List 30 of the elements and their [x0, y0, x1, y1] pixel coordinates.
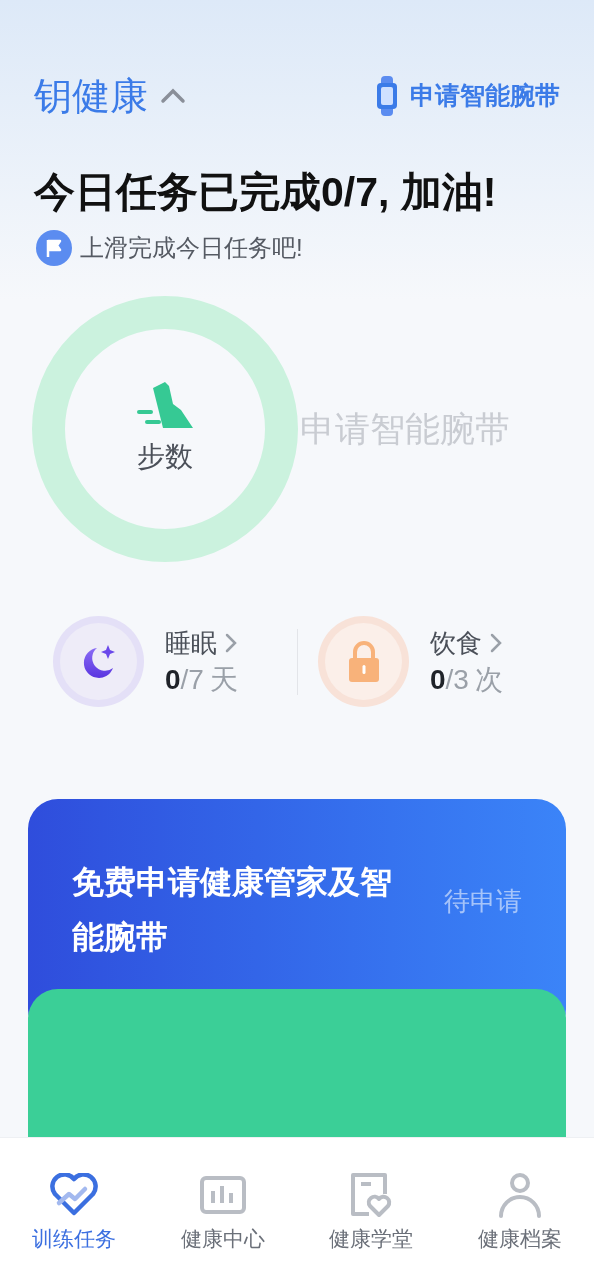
stat-label: 饮食 — [430, 629, 482, 656]
stat-count: 0 — [430, 665, 446, 694]
nav-tab[interactable]: 训练任务 — [0, 1172, 149, 1249]
shoe-icon — [135, 380, 195, 430]
stat-unit: 天 — [209, 665, 238, 694]
task-progress-heading: 今日任务已完成0/7, 加油! — [34, 168, 498, 217]
document-heart-icon — [349, 1172, 394, 1218]
stat-unit: 次 — [474, 665, 503, 694]
nav-tab[interactable]: 健康档案 — [445, 1172, 594, 1249]
card-title: 免费申请健康管家及智能腕带 — [72, 863, 393, 957]
apply-band-link[interactable]: 申请智能腕带 — [410, 77, 560, 115]
app-title[interactable]: 钥健康 — [34, 77, 148, 115]
chevron-up-icon[interactable] — [160, 88, 186, 104]
stat-count: 0 — [165, 665, 181, 694]
stat-total: /3 — [445, 665, 469, 694]
nav-tab[interactable]: 健康学堂 — [297, 1172, 446, 1249]
chevron-right-icon[interactable] — [225, 632, 237, 653]
heart-pulse-icon — [49, 1173, 100, 1217]
hint-text: 上滑完成今日任务吧! — [80, 233, 303, 263]
chevron-right-icon[interactable] — [490, 632, 502, 653]
steps-ring[interactable]: 步数 — [32, 296, 298, 562]
card-status: 待申请 — [444, 885, 522, 918]
steps-label: 步数 — [137, 440, 193, 474]
stat-total: /7 — [180, 665, 204, 694]
smartwatch-icon[interactable] — [376, 76, 398, 116]
bar-chart-icon — [198, 1175, 247, 1215]
nav-tab[interactable]: 健康中心 — [148, 1172, 297, 1249]
person-icon — [497, 1172, 542, 1218]
stat-label: 睡眠 — [165, 629, 217, 656]
flag-icon — [36, 230, 72, 266]
